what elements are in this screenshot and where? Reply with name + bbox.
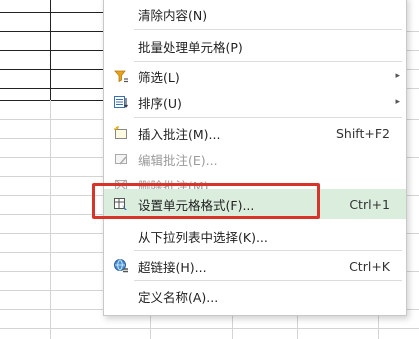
menu-item-hyperlink[interactable]: 超链接(H)... Ctrl+K [104, 253, 406, 279]
menu-item-edit-comment[interactable]: 编辑批注(E)... [104, 146, 406, 172]
menu-item-label: 插入批注(M)... [138, 126, 221, 142]
hyperlink-icon [112, 257, 130, 275]
sort-icon [112, 93, 130, 111]
menu-item-label: 从下拉列表中选择(K)... [138, 229, 268, 245]
menu-item-shortcut: Shift+F2 [335, 125, 390, 141]
menu-separator [134, 117, 402, 118]
menu-separator [134, 29, 402, 30]
menu-item-clear-contents[interactable]: 清除内容(N) [104, 1, 406, 27]
menu-item-filter[interactable]: 筛选(L) ▸ [104, 63, 406, 89]
menu-item-label: 排序(U) [138, 95, 182, 111]
context-menu: 清除内容(N) 批量处理单元格(P) 筛选(L) ▸ 排序(U) ▸ 插入批注(… [103, 0, 407, 316]
menu-item-label: 定义名称(A)... [138, 289, 219, 305]
menu-separator [134, 250, 402, 251]
menu-item-pick-from-list[interactable]: 从下拉列表中选择(K)... [104, 223, 406, 249]
menu-item-shortcut: Ctrl+1 [349, 196, 390, 212]
menu-item-insert-comment[interactable]: 插入批注(M)... Shift+F2 [104, 120, 406, 146]
menu-separator [134, 61, 402, 62]
edit-comment-icon [112, 150, 130, 168]
menu-item-sort[interactable]: 排序(U) ▸ [104, 89, 406, 115]
menu-item-label: 清除内容(N) [138, 7, 208, 23]
filter-icon [112, 67, 130, 85]
insert-comment-icon [112, 124, 130, 142]
menu-separator [134, 280, 402, 281]
submenu-arrow-icon: ▸ [395, 71, 400, 81]
menu-item-define-name[interactable]: 定义名称(A)... [104, 283, 406, 309]
menu-item-label: 超链接(H)... [138, 259, 207, 275]
annotation-highlight-box [92, 183, 320, 219]
menu-item-label: 编辑批注(E)... [138, 152, 218, 168]
submenu-arrow-icon: ▸ [395, 97, 400, 107]
menu-item-shortcut: Ctrl+K [349, 258, 390, 274]
menu-item-label: 筛选(L) [138, 69, 180, 85]
menu-item-label: 批量处理单元格(P) [138, 39, 243, 55]
menu-item-batch-process[interactable]: 批量处理单元格(P) [104, 33, 406, 59]
